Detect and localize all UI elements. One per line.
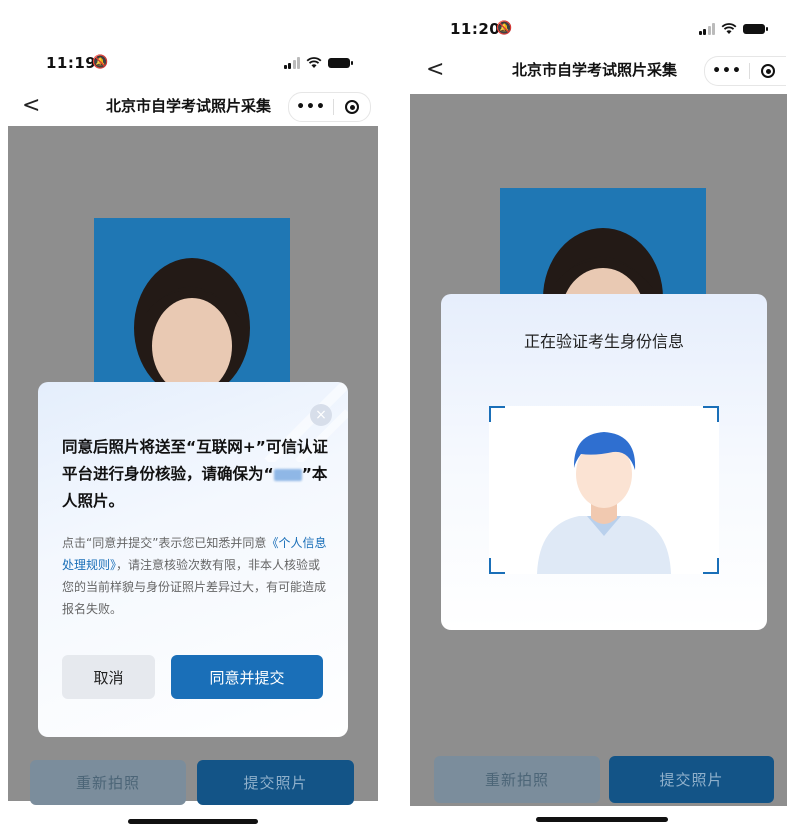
left-screen: 11:19 🔕 < 北京市自学考试照片采集 ••• × 同意后照片将送至“互联网…	[8, 46, 378, 824]
redacted-name	[273, 468, 302, 481]
dialog-description: 点击“同意并提交”表示您已知悉并同意《个人信息处理规则》，请注意核验次数有限，非…	[62, 536, 327, 616]
silent-mode-icon: 🔕	[496, 21, 513, 36]
page-title: 北京市自学考试照片采集	[512, 61, 678, 79]
submit-photo-button[interactable]: 提交照片	[197, 760, 354, 805]
target-icon[interactable]	[334, 100, 370, 114]
photo-preview-area: × 同意后照片将送至“互联网+”可信认证平台进行身份核验，请确保为“ ”本人照片。…	[8, 126, 378, 801]
close-icon[interactable]: ×	[310, 404, 332, 426]
target-icon[interactable]	[750, 64, 786, 78]
menu-capsule: •••	[704, 56, 786, 86]
retake-photo-button[interactable]: 重新拍照	[434, 756, 600, 803]
retake-photo-button[interactable]: 重新拍照	[30, 760, 186, 805]
agree-submit-button[interactable]: 同意并提交	[171, 655, 323, 699]
more-icon[interactable]: •••	[289, 99, 333, 115]
back-icon[interactable]: <	[22, 86, 40, 126]
submit-photo-button[interactable]: 提交照片	[609, 756, 774, 803]
home-indicator	[128, 819, 258, 824]
more-icon[interactable]: •••	[705, 63, 749, 79]
signal-icon	[698, 23, 715, 35]
status-time: 11:20	[450, 20, 501, 38]
wifi-icon	[721, 23, 737, 34]
page-title: 北京市自学考试照片采集	[106, 97, 272, 115]
consent-dialog: × 同意后照片将送至“互联网+”可信认证平台进行身份核验，请确保为“ ”本人照片。…	[38, 382, 348, 737]
back-icon[interactable]: <	[426, 50, 444, 90]
verifying-title: 正在验证考生身份信息	[523, 332, 684, 351]
cancel-button[interactable]: 取消	[62, 655, 155, 699]
home-indicator	[536, 817, 668, 822]
verifying-dialog: 正在验证考生身份信息	[441, 294, 767, 630]
silent-mode-icon: 🔕	[92, 55, 109, 70]
face-scan-frame	[489, 406, 719, 574]
nav-bar: < 北京市自学考试照片采集 •••	[410, 50, 787, 90]
nav-bar: < 北京市自学考试照片采集 •••	[8, 86, 378, 126]
photo-preview-area: 正在验证考生身份信息	[410, 94, 787, 806]
avatar-placeholder-icon	[537, 432, 671, 574]
battery-icon	[328, 58, 353, 68]
right-screen: 11:20 🔕 < 北京市自学考试照片采集 ••• 正在验证考生身份信息 重新拍…	[410, 8, 787, 824]
status-bar: 11:20 🔕	[410, 12, 787, 42]
menu-capsule: •••	[288, 92, 371, 122]
battery-icon	[743, 24, 768, 34]
signal-icon	[283, 57, 300, 69]
wifi-icon	[306, 57, 322, 68]
dialog-heading: 同意后照片将送至“互联网+”可信认证平台进行身份核验，请确保为“ ”本人照片。	[62, 438, 328, 510]
status-time: 11:19	[46, 54, 97, 72]
status-bar: 11:19 🔕	[8, 50, 378, 80]
